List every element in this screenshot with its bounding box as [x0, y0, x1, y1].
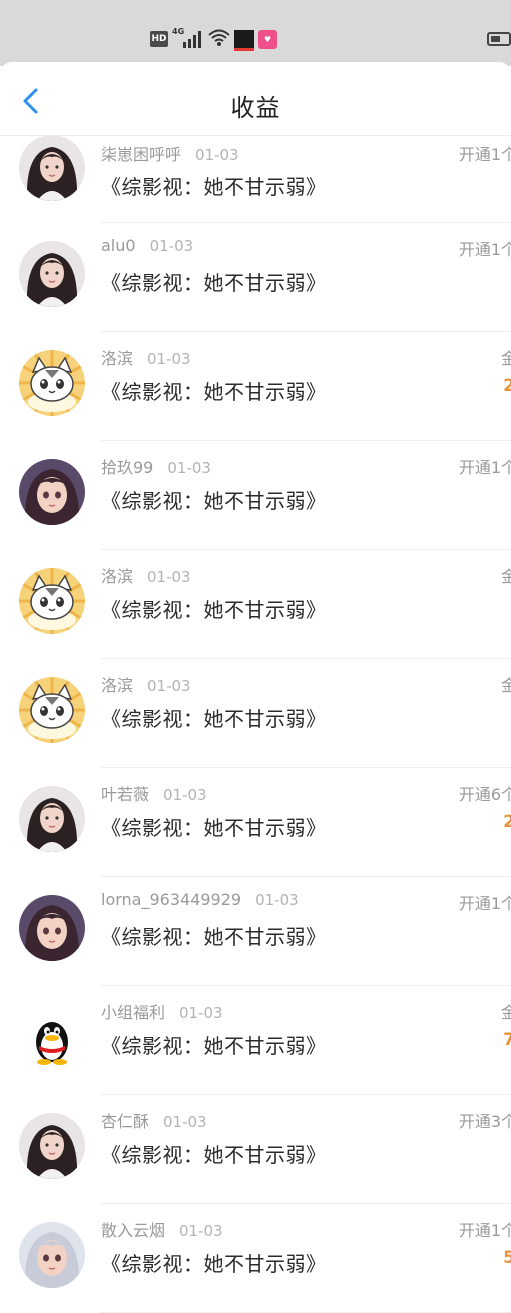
user-name: 洛滨 [101, 567, 134, 586]
date: 01-03 [147, 350, 191, 368]
avatar[interactable] [19, 1222, 85, 1288]
user-info: 洛滨 01-03 [101, 672, 191, 696]
app-notification-icon-pink: ♥ [258, 30, 277, 49]
user-name: alu0 [101, 236, 136, 255]
avatar[interactable] [19, 568, 85, 634]
user-info: alu0 01-03 [101, 236, 193, 255]
list-item[interactable]: 拾玖99 01-03 《综影视：她不甘示弱》 开通1个月 [0, 441, 511, 550]
list-item[interactable]: 洛滨 01-03 《综影视：她不甘示弱》 金币 2 [0, 332, 511, 441]
date: 01-03 [179, 1004, 223, 1022]
book-title: 《综影视：她不甘示弱》 [101, 1034, 327, 1058]
list-item[interactable]: lorna_963449929 01-03 《综影视：她不甘示弱》 开通1个月 [0, 877, 511, 986]
avatar[interactable] [19, 895, 85, 961]
earning-type: 开通1个月 [458, 894, 511, 913]
user-name: 拾玖99 [101, 458, 154, 477]
wifi-icon [208, 29, 230, 46]
user-name: 洛滨 [101, 349, 134, 368]
user-info: 拾玖99 01-03 [101, 454, 211, 478]
status-bar: HD 4G ♥ [0, 0, 511, 66]
app-notification-icon [234, 30, 254, 51]
avatar[interactable] [19, 677, 85, 743]
earning-type: 开通3个月 [458, 1112, 511, 1131]
user-name: 洛滨 [101, 676, 134, 695]
list-item[interactable]: 柒崽困呼呼 01-03 《综影视：她不甘示弱》 开通1个月 [0, 135, 511, 223]
user-name: 小组福利 [101, 1003, 166, 1022]
earning-type: 开通1个月 [458, 145, 511, 164]
earning-type: 开通1个月 [458, 1221, 511, 1240]
earning-type: 金币 [500, 567, 511, 586]
book-title: 《综影视：她不甘示弱》 [101, 925, 327, 949]
user-name: 散入云烟 [101, 1221, 166, 1240]
book-title: 《综影视：她不甘示弱》 [101, 175, 327, 199]
book-title: 《综影视：她不甘示弱》 [101, 271, 327, 295]
earning-type: 开通6个月 [458, 785, 511, 804]
book-title: 《综影视：她不甘示弱》 [101, 1252, 327, 1276]
user-name: 叶若薇 [101, 785, 150, 804]
date: 01-03 [163, 786, 207, 804]
list-item[interactable]: alu0 01-03 《综影视：她不甘示弱》 开通1个月 [0, 223, 511, 332]
book-title: 《综影视：她不甘示弱》 [101, 380, 327, 404]
user-info: 小组福利 01-03 [101, 999, 223, 1023]
earning-amount: 2 [503, 812, 511, 832]
list-item[interactable]: 杏仁酥 01-03 《综影视：她不甘示弱》 开通3个月 [0, 1095, 511, 1204]
avatar[interactable] [19, 1004, 85, 1070]
avatar[interactable] [19, 350, 85, 416]
user-info: 叶若薇 01-03 [101, 781, 207, 805]
date: 01-03 [163, 1113, 207, 1131]
date: 01-03 [147, 568, 191, 586]
book-title: 《综影视：她不甘示弱》 [101, 489, 327, 513]
user-info: 柒崽困呼呼 01-03 [101, 141, 239, 165]
earning-amount: 7 [503, 1030, 511, 1050]
avatar[interactable] [19, 459, 85, 525]
avatar[interactable] [19, 135, 85, 201]
header: 收益 [0, 62, 511, 135]
user-info: 洛滨 01-03 [101, 563, 191, 587]
date: 01-03 [149, 237, 194, 255]
book-title: 《综影视：她不甘示弱》 [101, 707, 327, 731]
earning-type: 开通1个月 [458, 240, 511, 259]
user-name: 柒崽困呼呼 [101, 145, 182, 164]
book-title: 《综影视：她不甘示弱》 [101, 598, 327, 622]
user-name: lorna_963449929 [101, 890, 242, 909]
book-title: 《综影视：她不甘示弱》 [101, 816, 327, 840]
battery-icon [487, 32, 511, 46]
date: 01-03 [195, 146, 239, 164]
earnings-list: 柒崽困呼呼01-03《综影视：她不甘示弱》开通1个月alu001-03《综影视：… [0, 135, 511, 1313]
avatar[interactable] [19, 1113, 85, 1179]
avatar[interactable] [19, 241, 85, 307]
earning-amount: 5 [503, 1248, 511, 1268]
avatar[interactable] [19, 786, 85, 852]
list-item[interactable]: 散入云烟 01-03 《综影视：她不甘示弱》 开通1个月 5 [0, 1204, 511, 1313]
earning-type: 金币 [500, 676, 511, 695]
earning-amount: 2 [503, 376, 511, 396]
earning-type: 金币 [500, 1003, 511, 1022]
page-title: 收益 [230, 94, 281, 122]
user-name: 杏仁酥 [101, 1112, 150, 1131]
list-item[interactable]: 洛滨 01-03 《综影视：她不甘示弱》 金币 [0, 550, 511, 659]
user-info: 洛滨 01-03 [101, 345, 191, 369]
hd-icon: HD [150, 31, 168, 47]
list-item[interactable]: 洛滨 01-03 《综影视：她不甘示弱》 金币 [0, 659, 511, 768]
list-item[interactable]: 叶若薇 01-03 《综影视：她不甘示弱》 开通6个月 2 [0, 768, 511, 877]
user-info: 散入云烟 01-03 [101, 1217, 223, 1241]
user-info: lorna_963449929 01-03 [101, 890, 299, 909]
date: 01-03 [167, 459, 211, 477]
list-item[interactable]: 小组福利 01-03 《综影视：她不甘示弱》 金币 7 [0, 986, 511, 1095]
earning-type: 开通1个月 [458, 458, 511, 477]
date: 01-03 [255, 891, 299, 909]
date: 01-03 [147, 677, 191, 695]
book-title: 《综影视：她不甘示弱》 [101, 1143, 327, 1167]
user-info: 杏仁酥 01-03 [101, 1108, 207, 1132]
date: 01-03 [179, 1222, 223, 1240]
signal-icon [183, 31, 201, 48]
earning-type: 金币 [500, 349, 511, 368]
